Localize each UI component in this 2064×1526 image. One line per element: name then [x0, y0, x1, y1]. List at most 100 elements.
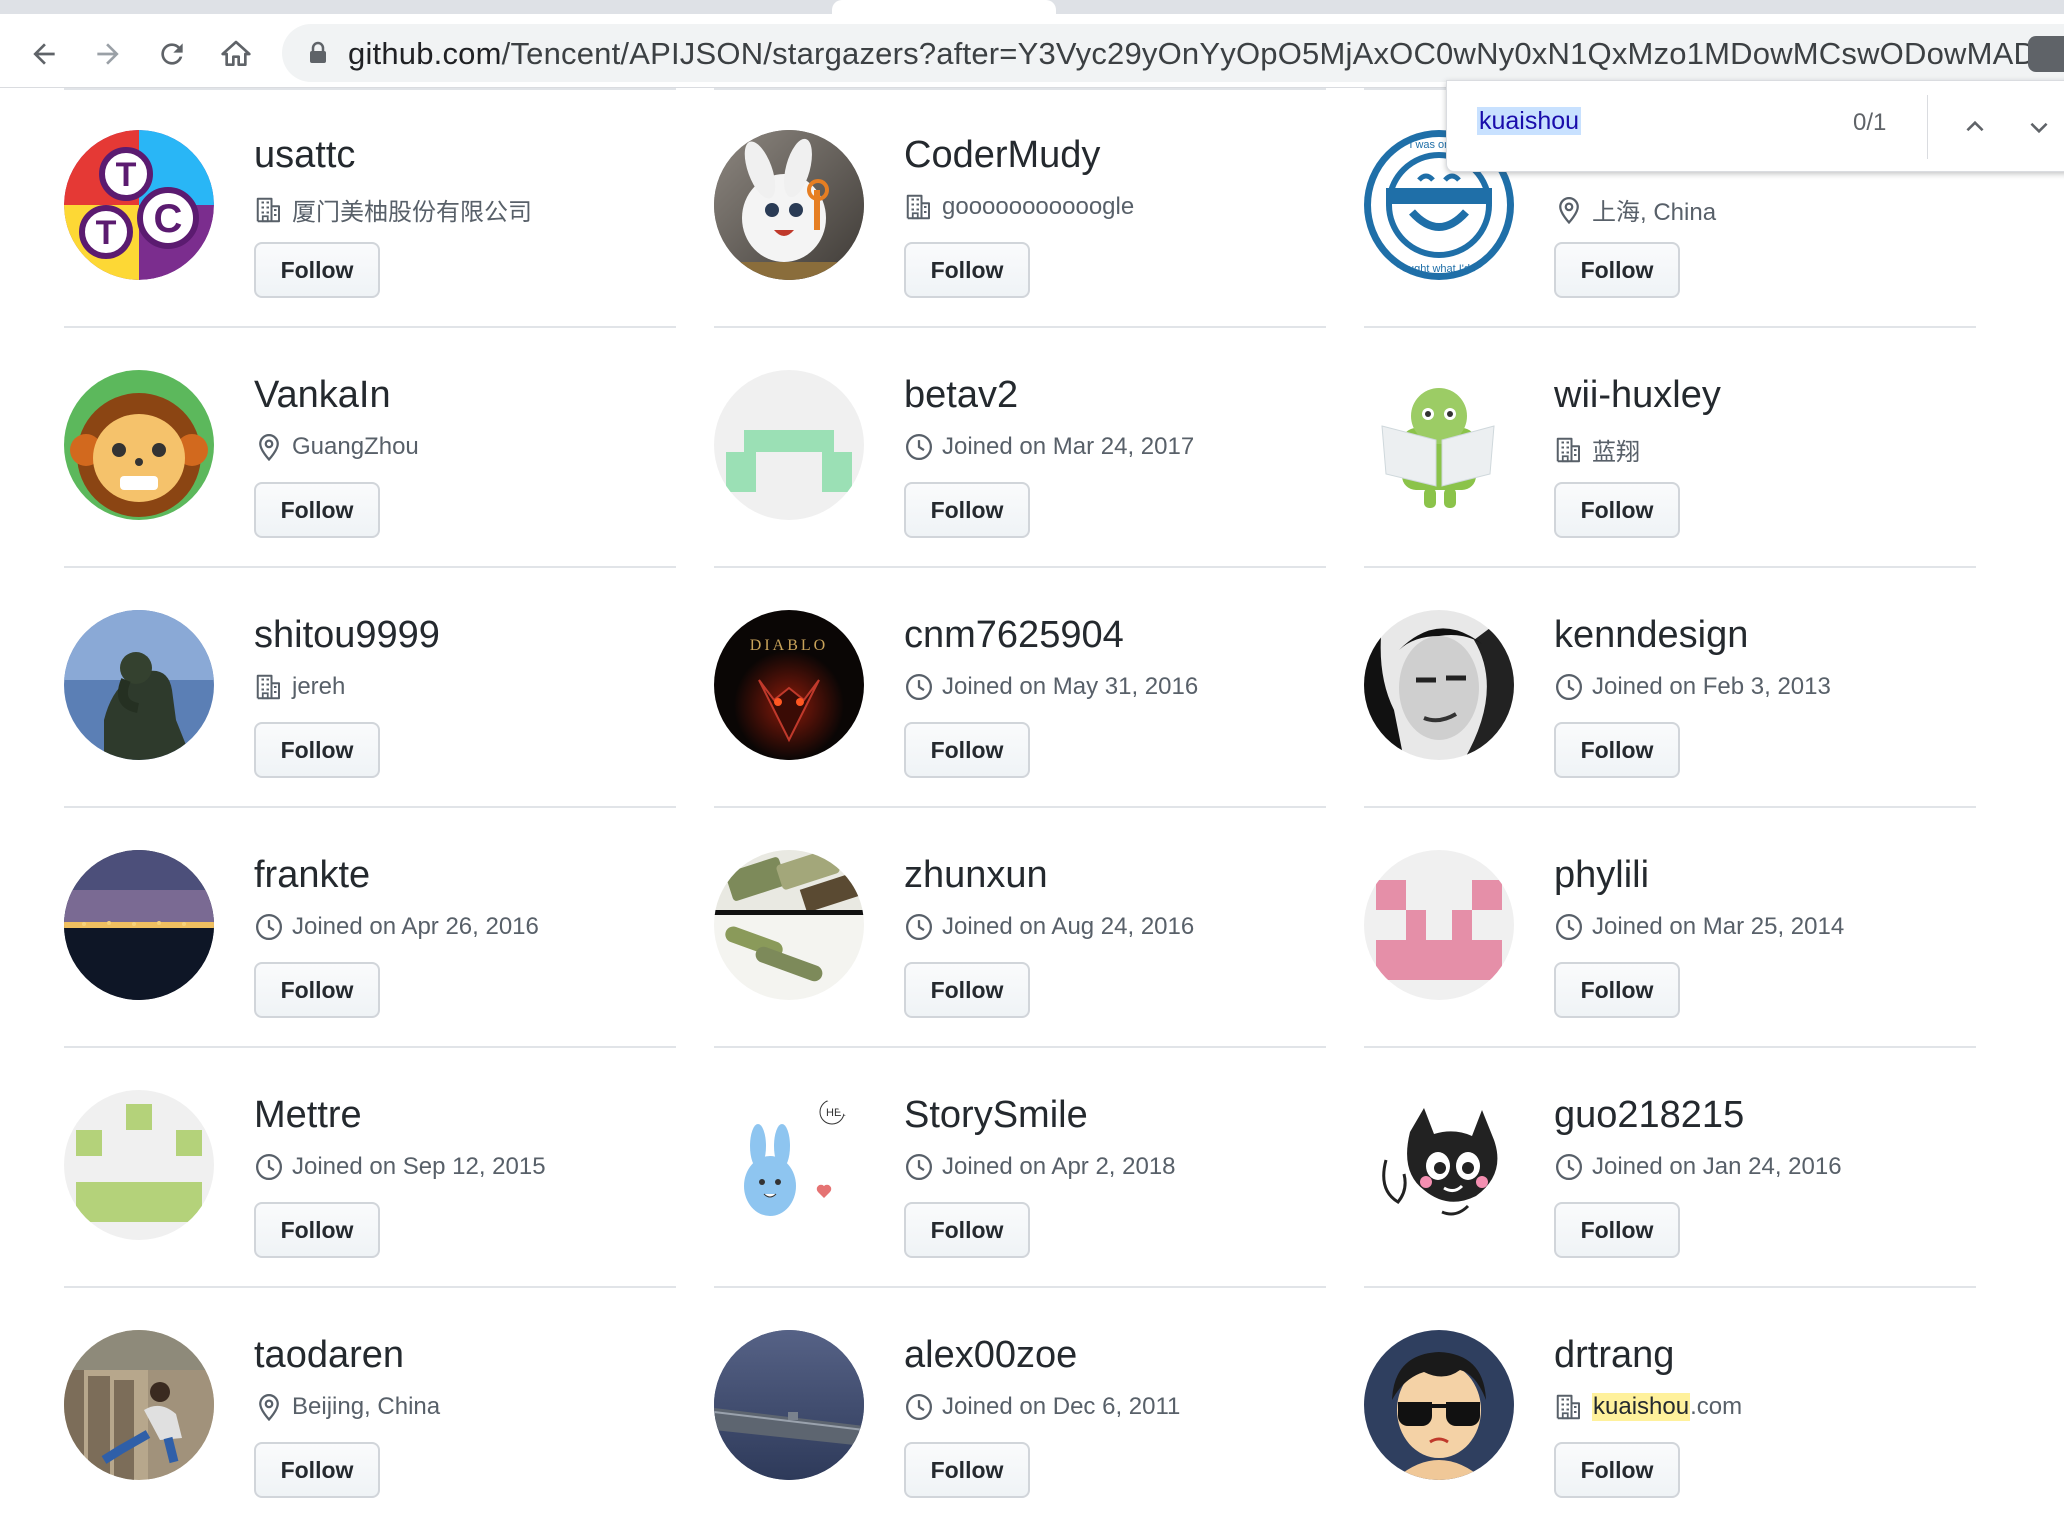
- meta-text: GuangZhou: [292, 433, 419, 460]
- avatar[interactable]: [64, 610, 214, 760]
- avatar[interactable]: [64, 370, 214, 520]
- follow-button[interactable]: Follow: [254, 722, 380, 778]
- joined-date: Joined on Apr 2, 2018: [904, 1152, 1176, 1182]
- follow-button[interactable]: Follow: [904, 962, 1030, 1018]
- avatar[interactable]: [1364, 1090, 1514, 1240]
- avatar[interactable]: HEY: [714, 1090, 864, 1240]
- home-button[interactable]: [214, 32, 258, 76]
- username-link[interactable]: alex00zoe: [904, 1334, 1077, 1377]
- username-link[interactable]: shitou9999: [254, 614, 440, 657]
- avatar[interactable]: [1364, 1330, 1514, 1480]
- find-input[interactable]: kuaishou: [1477, 107, 1582, 136]
- clock-icon: [256, 1154, 282, 1180]
- back-button[interactable]: [22, 32, 66, 76]
- background-tab[interactable]: [1066, 0, 2064, 14]
- user-card: wii-huxley 蓝翔 Follow: [1364, 328, 1976, 568]
- find-next-button[interactable]: [2017, 105, 2061, 149]
- avatar[interactable]: [714, 850, 864, 1000]
- avatar[interactable]: [714, 370, 864, 520]
- follow-button[interactable]: Follow: [254, 242, 380, 298]
- avatar[interactable]: [64, 1090, 214, 1240]
- meta-text: 厦门美柚股份有限公司: [292, 199, 532, 226]
- location-icon: [1559, 196, 1579, 224]
- follow-button[interactable]: Follow: [254, 1442, 380, 1498]
- svg-text:C: C: [154, 197, 183, 241]
- avatar-image: [1364, 1090, 1514, 1240]
- follow-button[interactable]: Follow: [1554, 482, 1680, 538]
- meta-text: .com: [1690, 1393, 1743, 1420]
- username-link[interactable]: phylili: [1554, 854, 1649, 897]
- follow-button[interactable]: Follow: [254, 1202, 380, 1258]
- username-link[interactable]: zhunxun: [904, 854, 1048, 897]
- follow-button[interactable]: Follow: [904, 722, 1030, 778]
- clock-icon: [906, 1394, 932, 1420]
- avatar-image: [1364, 610, 1514, 760]
- user-card: drtrang kuaishou .com Follow: [1364, 1288, 1976, 1526]
- meta-text: gooooooooooogle: [942, 193, 1135, 220]
- avatar[interactable]: [1364, 850, 1514, 1000]
- address-bar[interactable]: github.com/Tencent/APIJSON/stargazers?af…: [282, 24, 2064, 82]
- clock-icon: [906, 434, 932, 460]
- username-link[interactable]: VankaIn: [254, 374, 391, 417]
- username-link[interactable]: Mettre: [254, 1094, 362, 1137]
- avatar-image: [64, 850, 214, 1000]
- avatar-image: TT C: [64, 130, 214, 280]
- avatar[interactable]: [64, 850, 214, 1000]
- username-link[interactable]: usattc: [254, 134, 355, 177]
- avatar-image: [64, 370, 214, 520]
- meta-text: Joined on Dec 6, 2011: [942, 1393, 1181, 1420]
- user-organization: jereh: [254, 672, 345, 702]
- follow-button[interactable]: Follow: [904, 1202, 1030, 1258]
- username-link[interactable]: StorySmile: [904, 1094, 1088, 1137]
- user-card: CoderMudy gooooooooooogle Follow: [714, 88, 1326, 328]
- username-link[interactable]: frankte: [254, 854, 370, 897]
- username-link[interactable]: CoderMudy: [904, 134, 1100, 177]
- user-organization: 厦门美柚股份有限公司: [254, 192, 532, 227]
- username-link[interactable]: kenndesign: [1554, 614, 1748, 657]
- org-icon-wrapper: [1554, 1392, 1584, 1422]
- follow-button[interactable]: Follow: [254, 482, 380, 538]
- reload-icon: [161, 43, 183, 65]
- avatar[interactable]: [714, 1330, 864, 1480]
- meta-text: Joined on Mar 25, 2014: [1592, 913, 1845, 940]
- avatar[interactable]: TTC: [64, 130, 214, 280]
- username-link[interactable]: betav2: [904, 374, 1018, 417]
- follow-button[interactable]: Follow: [1554, 1202, 1680, 1258]
- background-tab[interactable]: [0, 0, 820, 14]
- username-link[interactable]: guo218215: [1554, 1094, 1744, 1137]
- username-link[interactable]: wii-huxley: [1554, 374, 1721, 417]
- follow-button[interactable]: Follow: [254, 962, 380, 1018]
- follow-button[interactable]: Follow: [904, 482, 1030, 538]
- extension-icon[interactable]: [2028, 36, 2064, 72]
- username-link[interactable]: drtrang: [1554, 1334, 1674, 1377]
- org-icon-wrapper: [1554, 435, 1584, 465]
- active-tab[interactable]: [832, 0, 1056, 14]
- follow-button[interactable]: Follow: [1554, 722, 1680, 778]
- username-link[interactable]: taodaren: [254, 1334, 404, 1377]
- avatar[interactable]: DIABLO: [714, 610, 864, 760]
- avatar[interactable]: [1364, 370, 1514, 520]
- meta-text: Joined on Sep 12, 2015: [292, 1153, 546, 1180]
- joined-icon-wrapper: [904, 672, 934, 702]
- avatar[interactable]: [714, 130, 864, 280]
- follow-button[interactable]: Follow: [904, 242, 1030, 298]
- joined-icon-wrapper: [904, 912, 934, 942]
- clock-icon: [1556, 1154, 1582, 1180]
- follow-button[interactable]: Follow: [1554, 242, 1680, 298]
- meta-text: Joined on Apr 26, 2016: [292, 913, 539, 940]
- find-previous-button[interactable]: [1953, 105, 1997, 149]
- avatar-image: [1364, 370, 1514, 520]
- username-link[interactable]: cnm7625904: [904, 614, 1124, 657]
- url-text: github.com/Tencent/APIJSON/stargazers?af…: [348, 36, 2048, 72]
- reload-button[interactable]: [150, 32, 194, 76]
- clock-icon: [906, 674, 932, 700]
- browser-toolbar: github.com/Tencent/APIJSON/stargazers?af…: [0, 14, 2064, 88]
- meta-text: 蓝翔: [1592, 439, 1640, 466]
- follow-button[interactable]: Follow: [904, 1442, 1030, 1498]
- follow-button[interactable]: Follow: [1554, 1442, 1680, 1498]
- forward-button[interactable]: [86, 32, 130, 76]
- follow-button[interactable]: Follow: [1554, 962, 1680, 1018]
- avatar[interactable]: [1364, 610, 1514, 760]
- avatar[interactable]: [64, 1330, 214, 1480]
- user-card: betav2 Joined on Mar 24, 2017 Follow: [714, 328, 1326, 568]
